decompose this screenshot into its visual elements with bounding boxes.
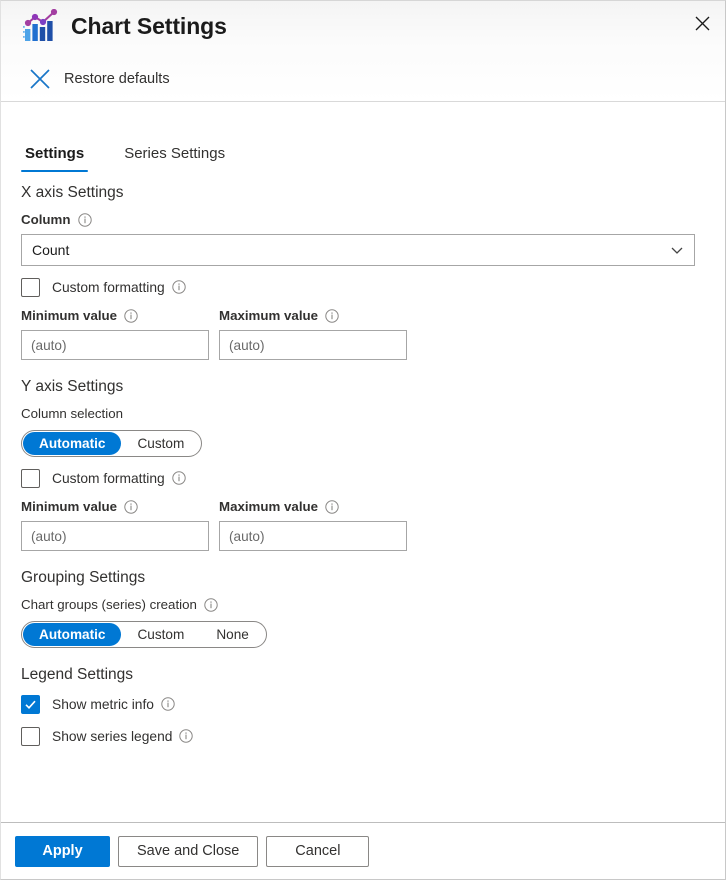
show-series-legend-label: Show series legend [52, 729, 193, 744]
y-axis-custom-formatting-label: Custom formatting [52, 471, 186, 486]
chart-settings-panel: Chart Settings Restore defaults Settings… [0, 0, 726, 880]
y-axis-minimum-label: Minimum value [21, 498, 209, 516]
show-series-legend-checkbox[interactable] [21, 727, 40, 746]
x-axis-maximum-label-text: Maximum value [219, 307, 318, 325]
x-axis-minimum-input[interactable] [21, 330, 209, 360]
y-axis-column-selection-toggle[interactable]: Automatic Custom [21, 430, 202, 457]
chart-groups-creation-label-text: Chart groups (series) creation [21, 596, 197, 614]
tab-settings-label: Settings [25, 145, 84, 162]
info-icon[interactable] [172, 471, 186, 485]
restore-defaults-button[interactable]: Restore defaults [29, 64, 170, 94]
info-icon[interactable] [172, 280, 186, 294]
apply-button[interactable]: Apply [15, 836, 110, 867]
info-icon[interactable] [161, 697, 175, 711]
x-axis-custom-formatting-label: Custom formatting [52, 280, 186, 295]
chart-groups-option-automatic[interactable]: Automatic [23, 623, 121, 646]
panel-footer: Apply Save and Close Cancel [1, 822, 725, 879]
title-row: Chart Settings [23, 9, 227, 43]
cancel-button[interactable]: Cancel [266, 836, 369, 867]
show-metric-info-checkbox[interactable] [21, 695, 40, 714]
show-metric-info-text: Show metric info [52, 697, 154, 712]
y-axis-maximum-label: Maximum value [219, 498, 407, 516]
panel-header: Chart Settings Restore defaults [1, 1, 725, 102]
y-axis-min-max-row: Minimum value Maximum value [21, 498, 705, 551]
restore-defaults-label: Restore defaults [64, 71, 170, 87]
show-metric-info-checkbox-row[interactable]: Show metric info [21, 693, 705, 715]
info-icon[interactable] [124, 309, 138, 323]
show-metric-info-label: Show metric info [52, 697, 175, 712]
x-axis-minimum-label-text: Minimum value [21, 307, 117, 325]
show-series-legend-checkbox-row[interactable]: Show series legend [21, 725, 705, 747]
close-icon[interactable] [683, 4, 721, 42]
info-icon[interactable] [204, 598, 218, 612]
x-axis-settings-heading: X axis Settings [21, 182, 705, 203]
info-icon[interactable] [325, 500, 339, 514]
y-axis-custom-formatting-text: Custom formatting [52, 471, 165, 486]
x-axis-column-label-text: Column [21, 211, 71, 229]
y-axis-column-selection-label-text: Column selection [21, 405, 123, 423]
x-icon [29, 68, 51, 90]
x-axis-custom-formatting-checkbox-row[interactable]: Custom formatting [21, 276, 705, 298]
panel-content: Settings Series Settings X axis Settings… [1, 102, 725, 822]
tab-bar: Settings Series Settings [21, 124, 705, 172]
y-axis-maximum-label-text: Maximum value [219, 498, 318, 516]
chart-settings-icon [23, 9, 59, 43]
y-axis-custom-formatting-checkbox-row[interactable]: Custom formatting [21, 467, 705, 489]
page-title: Chart Settings [71, 9, 227, 43]
x-axis-column-label: Column [21, 211, 705, 229]
x-axis-maximum-field: Maximum value [219, 307, 407, 360]
info-icon[interactable] [78, 213, 92, 227]
legend-settings-heading: Legend Settings [21, 664, 705, 685]
x-axis-minimum-field: Minimum value [21, 307, 209, 360]
info-icon[interactable] [179, 729, 193, 743]
x-axis-column-dropdown[interactable]: Count [21, 234, 695, 266]
y-axis-minimum-field: Minimum value [21, 498, 209, 551]
y-axis-custom-formatting-checkbox[interactable] [21, 469, 40, 488]
y-axis-column-selection-label: Column selection [21, 405, 705, 423]
y-axis-settings-heading: Y axis Settings [21, 376, 705, 397]
x-axis-minimum-label: Minimum value [21, 307, 209, 325]
tab-settings[interactable]: Settings [21, 145, 88, 172]
x-axis-maximum-input[interactable] [219, 330, 407, 360]
chart-groups-creation-label: Chart groups (series) creation [21, 596, 705, 614]
x-axis-column-value: Count [32, 242, 69, 258]
show-series-legend-text: Show series legend [52, 729, 172, 744]
y-axis-minimum-input[interactable] [21, 521, 209, 551]
grouping-settings-heading: Grouping Settings [21, 567, 705, 588]
save-and-close-button[interactable]: Save and Close [118, 836, 258, 867]
y-axis-column-selection-option-custom[interactable]: Custom [121, 432, 200, 455]
tab-series-settings-label: Series Settings [124, 145, 225, 162]
x-axis-custom-formatting-checkbox[interactable] [21, 278, 40, 297]
chevron-down-icon [670, 243, 684, 257]
y-axis-column-selection-option-automatic[interactable]: Automatic [23, 432, 121, 455]
x-axis-custom-formatting-text: Custom formatting [52, 280, 165, 295]
y-axis-maximum-field: Maximum value [219, 498, 407, 551]
chart-groups-option-custom[interactable]: Custom [121, 623, 200, 646]
chart-groups-creation-toggle[interactable]: Automatic Custom None [21, 621, 267, 648]
y-axis-maximum-input[interactable] [219, 521, 407, 551]
info-icon[interactable] [325, 309, 339, 323]
x-axis-min-max-row: Minimum value Maximum value [21, 307, 705, 360]
x-axis-maximum-label: Maximum value [219, 307, 407, 325]
tab-series-settings[interactable]: Series Settings [120, 145, 229, 172]
chart-groups-option-none[interactable]: None [200, 623, 265, 646]
info-icon[interactable] [124, 500, 138, 514]
y-axis-minimum-label-text: Minimum value [21, 498, 117, 516]
